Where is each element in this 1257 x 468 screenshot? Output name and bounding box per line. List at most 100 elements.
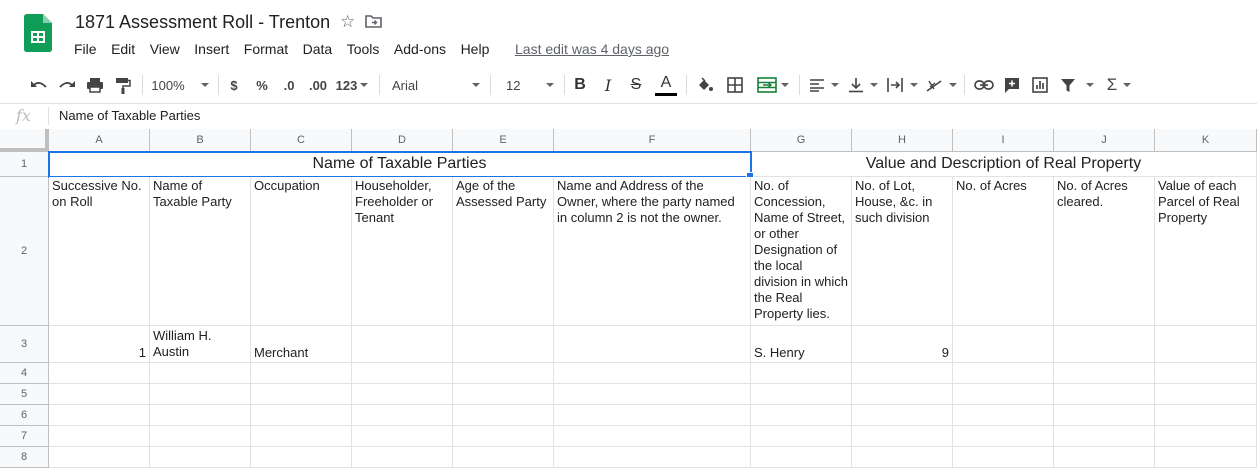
cell-f6[interactable] — [554, 405, 751, 426]
insert-link-icon[interactable] — [972, 67, 996, 103]
cell-d7[interactable] — [352, 426, 453, 447]
document-title[interactable]: 1871 Assessment Roll - Trenton — [75, 12, 330, 33]
row-header-2[interactable]: 2 — [0, 177, 49, 326]
cell-j7[interactable] — [1054, 426, 1155, 447]
vertical-align-icon[interactable] — [846, 67, 880, 103]
cell-j2[interactable]: No. of Acres cleared. — [1054, 177, 1155, 326]
cell-k7[interactable] — [1155, 426, 1257, 447]
cell-e7[interactable] — [453, 426, 554, 447]
last-edit-link[interactable]: Last edit was 4 days ago — [515, 41, 669, 57]
column-header-g[interactable]: G — [751, 129, 852, 152]
cell-c5[interactable] — [251, 384, 352, 405]
column-header-j[interactable]: J — [1054, 129, 1155, 152]
currency-format-button[interactable]: $ — [224, 67, 244, 103]
cell-c6[interactable] — [251, 405, 352, 426]
font-select[interactable]: Arial — [386, 67, 482, 103]
column-header-d[interactable]: D — [352, 129, 453, 152]
horizontal-align-icon[interactable] — [806, 67, 842, 103]
cell-k8[interactable] — [1155, 447, 1257, 468]
menu-addons[interactable]: Add-ons — [394, 41, 446, 59]
bold-button[interactable]: B — [570, 67, 590, 103]
cell-k3[interactable] — [1155, 326, 1257, 363]
menu-format[interactable]: Format — [244, 41, 288, 59]
cell-b2[interactable]: Name of Taxable Party — [150, 177, 251, 326]
cell-h5[interactable] — [852, 384, 953, 405]
column-header-e[interactable]: E — [453, 129, 554, 152]
insert-comment-icon[interactable] — [1001, 67, 1023, 103]
cell-f4[interactable] — [554, 363, 751, 384]
menu-tools[interactable]: Tools — [347, 41, 380, 59]
cell-j6[interactable] — [1054, 405, 1155, 426]
cell-d3[interactable] — [352, 326, 453, 363]
cell-a2[interactable]: Successive No. on Roll — [49, 177, 150, 326]
cell-h7[interactable] — [852, 426, 953, 447]
column-header-a[interactable]: A — [49, 129, 150, 152]
row-header-8[interactable]: 8 — [0, 447, 49, 468]
cell-g5[interactable] — [751, 384, 852, 405]
cell-b3[interactable]: William H. Austin — [150, 326, 251, 363]
cell-h6[interactable] — [852, 405, 953, 426]
cell-a5[interactable] — [49, 384, 150, 405]
select-all-corner[interactable] — [0, 129, 49, 152]
cell-a8[interactable] — [49, 447, 150, 468]
print-icon[interactable] — [84, 67, 106, 103]
cell-b5[interactable] — [150, 384, 251, 405]
cell-e4[interactable] — [453, 363, 554, 384]
star-icon[interactable]: ☆ — [340, 12, 355, 32]
cell-f2[interactable]: Name and Address of the Owner, where the… — [554, 177, 751, 326]
cell-g3[interactable]: S. Henry — [751, 326, 852, 363]
cell-k6[interactable] — [1155, 405, 1257, 426]
text-wrapping-icon[interactable] — [884, 67, 920, 103]
sheets-logo-icon[interactable] — [24, 14, 52, 52]
cell-a7[interactable] — [49, 426, 150, 447]
row-header-5[interactable]: 5 — [0, 384, 49, 405]
cell-j4[interactable] — [1054, 363, 1155, 384]
insert-chart-icon[interactable] — [1029, 67, 1051, 103]
cell-f7[interactable] — [554, 426, 751, 447]
cell-e8[interactable] — [453, 447, 554, 468]
cell-e5[interactable] — [453, 384, 554, 405]
cell-k5[interactable] — [1155, 384, 1257, 405]
cell-j8[interactable] — [1054, 447, 1155, 468]
row-header-3[interactable]: 3 — [0, 326, 49, 363]
percent-format-button[interactable]: % — [252, 67, 272, 103]
increase-decimal-button[interactable]: .00 — [304, 67, 332, 103]
cell-d2[interactable]: Householder, Freeholder or Tenant — [352, 177, 453, 326]
cell-i8[interactable] — [953, 447, 1054, 468]
cell-k2[interactable]: Value of each Parcel of Real Property — [1155, 177, 1257, 326]
more-formats-button[interactable]: 123 — [334, 67, 370, 103]
menu-insert[interactable]: Insert — [194, 41, 229, 59]
cell-j3[interactable] — [1054, 326, 1155, 363]
column-header-c[interactable]: C — [251, 129, 352, 152]
cell-a3[interactable]: 1 — [49, 326, 150, 363]
functions-icon[interactable]: Σ — [1101, 67, 1137, 103]
row-header-6[interactable]: 6 — [0, 405, 49, 426]
column-header-k[interactable]: K — [1155, 129, 1257, 152]
cell-c2[interactable]: Occupation — [251, 177, 352, 326]
text-color-button[interactable]: A — [654, 67, 678, 103]
cell-b4[interactable] — [150, 363, 251, 384]
redo-icon[interactable] — [56, 67, 78, 103]
cell-d6[interactable] — [352, 405, 453, 426]
cell-b6[interactable] — [150, 405, 251, 426]
row-header-1[interactable]: 1 — [0, 152, 49, 177]
strikethrough-button[interactable]: S — [626, 67, 646, 103]
cell-g6[interactable] — [751, 405, 852, 426]
fill-color-icon[interactable] — [694, 67, 716, 103]
font-size-select[interactable]: 12 — [498, 67, 556, 103]
cell-h2[interactable]: No. of Lot, House, &c. in such division — [852, 177, 953, 326]
column-header-i[interactable]: I — [953, 129, 1054, 152]
cell-a1-merged[interactable]: Name of Taxable Parties — [49, 152, 751, 177]
cell-g8[interactable] — [751, 447, 852, 468]
cell-d5[interactable] — [352, 384, 453, 405]
row-header-7[interactable]: 7 — [0, 426, 49, 447]
paint-format-icon[interactable] — [112, 67, 134, 103]
cell-i3[interactable] — [953, 326, 1054, 363]
cell-i5[interactable] — [953, 384, 1054, 405]
menu-edit[interactable]: Edit — [111, 41, 135, 59]
cell-a6[interactable] — [49, 405, 150, 426]
cell-i2[interactable]: No. of Acres — [953, 177, 1054, 326]
cell-e6[interactable] — [453, 405, 554, 426]
cell-g1-merged[interactable]: Value and Description of Real Property — [751, 152, 1257, 177]
cell-f8[interactable] — [554, 447, 751, 468]
